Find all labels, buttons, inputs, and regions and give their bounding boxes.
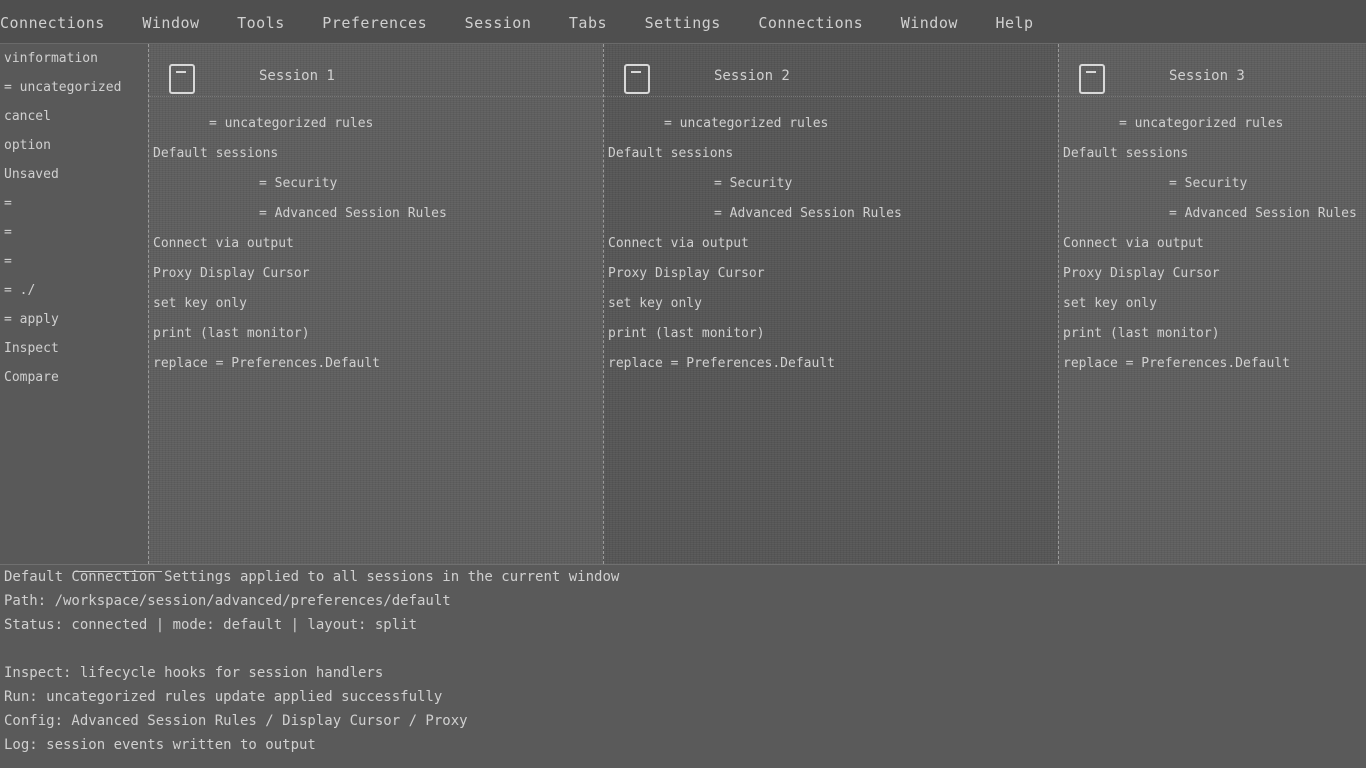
menu-item[interactable]: Tools xyxy=(237,14,285,32)
console-line: Status: connected | mode: default | layo… xyxy=(4,617,418,633)
panel-header: Session 2 xyxy=(604,44,1058,97)
sidebar-line[interactable]: = xyxy=(0,218,148,247)
menu-item[interactable]: Tabs xyxy=(569,14,607,32)
panel-title: Session 3 xyxy=(1169,68,1245,84)
left-sidebar: vinformation = uncategorized cancel opti… xyxy=(0,44,148,564)
panel-line: Proxy Display Cursor xyxy=(608,266,765,281)
menu-item[interactable]: Connections xyxy=(758,14,863,32)
panel-line: = uncategorized rules xyxy=(1119,116,1284,131)
panel-line: = uncategorized rules xyxy=(209,116,374,131)
console-line: Default Connection Settings applied to a… xyxy=(4,569,620,585)
panel-line: = Advanced Session Rules xyxy=(1169,206,1357,221)
document-icon[interactable] xyxy=(624,64,650,94)
sidebar-line[interactable]: Compare xyxy=(0,363,148,392)
panel-line: set key only xyxy=(1063,296,1157,311)
sidebar-line[interactable]: option xyxy=(0,131,148,160)
panel-line: print (last monitor) xyxy=(608,326,765,341)
panel-header: Session 3 xyxy=(1059,44,1366,97)
console-line: Config: Advanced Session Rules / Display… xyxy=(4,713,468,729)
sidebar-line[interactable]: vinformation xyxy=(0,44,148,73)
panel-line: replace = Preferences.Default xyxy=(1063,356,1290,371)
sidebar-line[interactable]: = xyxy=(0,189,148,218)
panel-line: set key only xyxy=(153,296,247,311)
panel-line: Connect via output xyxy=(1063,236,1204,251)
sidebar-line[interactable]: = apply xyxy=(0,305,148,334)
sidebar-line[interactable]: cancel xyxy=(0,102,148,131)
panel-line: = Advanced Session Rules xyxy=(714,206,902,221)
menu-item[interactable]: Connections xyxy=(0,14,105,32)
panel-line: replace = Preferences.Default xyxy=(608,356,835,371)
console-line: Log: session events written to output xyxy=(4,737,316,753)
divider xyxy=(74,571,162,572)
panel-line: Default sessions xyxy=(608,146,734,161)
menu-item[interactable]: Preferences xyxy=(322,14,427,32)
sidebar-line[interactable]: Unsaved xyxy=(0,160,148,189)
session-panel-1: Session 1 = uncategorized rules Default … xyxy=(148,44,603,564)
panel-line: Connect via output xyxy=(608,236,749,251)
document-icon[interactable] xyxy=(169,64,195,94)
panel-line: = uncategorized rules xyxy=(664,116,829,131)
console-line: Path: /workspace/session/advanced/prefer… xyxy=(4,593,451,609)
panel-line: Default sessions xyxy=(153,146,279,161)
panel-line: Proxy Display Cursor xyxy=(1063,266,1220,281)
session-panel-2: Session 2 = uncategorized rules Default … xyxy=(603,44,1058,564)
output-console: Default Connection Settings applied to a… xyxy=(0,564,1366,768)
panel-line: = Security xyxy=(714,176,793,191)
sidebar-line[interactable]: = ./ xyxy=(0,276,148,305)
panel-line: = Security xyxy=(259,176,338,191)
menu-bar: Connections Window Tools Preferences Ses… xyxy=(0,0,1366,44)
document-icon[interactable] xyxy=(1079,64,1105,94)
panel-line: = Security xyxy=(1169,176,1248,191)
panel-title: Session 1 xyxy=(259,68,335,84)
panel-line: Default sessions xyxy=(1063,146,1189,161)
panel-line: set key only xyxy=(608,296,702,311)
panel-line: replace = Preferences.Default xyxy=(153,356,380,371)
sidebar-line[interactable]: = xyxy=(0,247,148,276)
menu-item[interactable]: Window xyxy=(901,14,958,32)
menu-item[interactable]: Session xyxy=(465,14,532,32)
menu-item[interactable]: Window xyxy=(142,14,199,32)
panel-title: Session 2 xyxy=(714,68,790,84)
menu-item[interactable]: Help xyxy=(995,14,1033,32)
menu-item[interactable]: Settings xyxy=(645,14,721,32)
session-panel-3: Session 3 = uncategorized rules Default … xyxy=(1058,44,1366,564)
panel-line: Connect via output xyxy=(153,236,294,251)
panel-line: print (last monitor) xyxy=(153,326,310,341)
panel-header: Session 1 xyxy=(149,44,603,97)
panel-line: Proxy Display Cursor xyxy=(153,266,310,281)
sidebar-line[interactable]: Inspect xyxy=(0,334,148,363)
panel-line: = Advanced Session Rules xyxy=(259,206,447,221)
console-line: Run: uncategorized rules update applied … xyxy=(4,689,443,705)
sidebar-line[interactable]: = uncategorized xyxy=(0,73,148,102)
terminal-screen: Connections Window Tools Preferences Ses… xyxy=(0,0,1366,768)
panel-line: print (last monitor) xyxy=(1063,326,1220,341)
console-line: Inspect: lifecycle hooks for session han… xyxy=(4,665,384,681)
